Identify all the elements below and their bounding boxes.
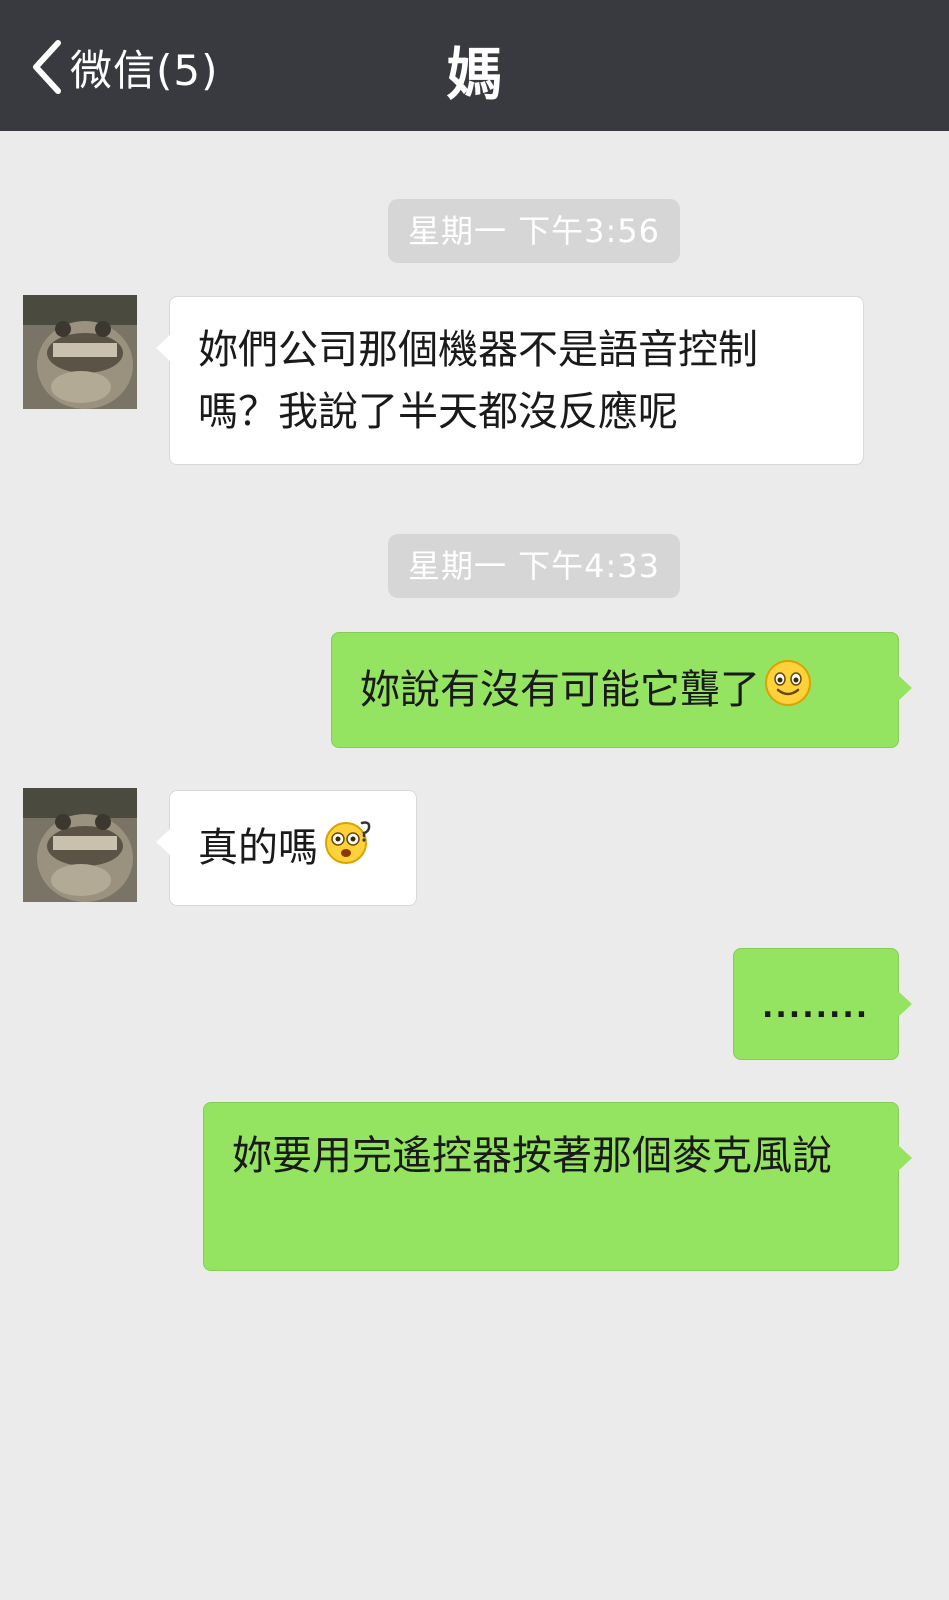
message-text: 真的嗎 — [198, 825, 318, 871]
received-message-bubble[interactable]: 真的嗎 — [156, 790, 417, 906]
contact-avatar[interactable] — [23, 295, 137, 409]
smile-emoji-icon — [764, 659, 812, 725]
chat-title: 媽 — [446, 43, 503, 108]
received-message-bubble[interactable]: 妳們公司那個機器不是語音控制嗎？我說了半天都沒反應呢 — [156, 296, 864, 465]
message-text: 妳要用完遙控器按著那個麥克風說 — [232, 1133, 832, 1179]
contact-avatar[interactable] — [23, 788, 137, 902]
message-text: 妳們公司那個機器不是語音控制嗎？我說了半天都沒反應呢 — [198, 327, 758, 435]
sent-message-bubble[interactable]: 妳說有沒有可能它聾了 — [331, 632, 912, 748]
message-text: ........ — [762, 990, 870, 1025]
timestamp: 星期一 下午4:33 — [388, 534, 680, 598]
shocked-question-emoji-icon — [322, 817, 374, 883]
sent-message-bubble[interactable]: ........ — [733, 948, 912, 1060]
top-bar: 微信(5) 媽 — [0, 0, 949, 131]
sent-message-bubble[interactable]: 妳要用完遙控器按著那個麥克風說 — [203, 1102, 912, 1271]
message-text: 妳說有沒有可能它聾了 — [360, 667, 760, 713]
timestamp: 星期一 下午3:56 — [388, 199, 680, 263]
